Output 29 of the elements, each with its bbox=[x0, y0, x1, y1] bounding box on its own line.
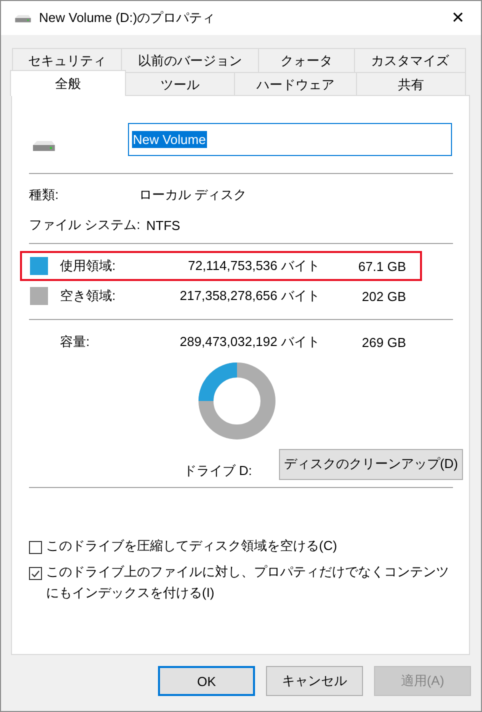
size-value: 202 GB bbox=[360, 288, 406, 304]
tab[interactable]: カスタマイズ bbox=[354, 48, 466, 72]
dialog-button[interactable]: キャンセル bbox=[266, 666, 363, 696]
checkbox[interactable] bbox=[29, 567, 42, 580]
close-button[interactable]: ✕ bbox=[435, 1, 481, 35]
byte-count: 217,358,278,656 バイト bbox=[178, 287, 320, 305]
field-value: NTFS bbox=[146, 218, 180, 232]
space-label: 空き領域: bbox=[60, 287, 117, 305]
field-value: ローカル ディスク bbox=[139, 186, 247, 204]
checkbox-label: このドライブ上のファイルに対し、プロパティだけでなくコンテンツにもインデックスを付ける(I) bbox=[46, 563, 450, 602]
size-value: 67.1 GB bbox=[357, 258, 406, 274]
dialog-button[interactable]: OK bbox=[158, 666, 255, 696]
tab[interactable]: セキュリティ bbox=[12, 48, 122, 72]
size-value: 269 GB bbox=[360, 334, 406, 350]
checkbox-label: このドライブを圧縮してディスク領域を空ける(C) bbox=[46, 537, 338, 555]
drive-label: ドライブ D: bbox=[183, 462, 252, 480]
byte-count: 289,473,032,192 バイト bbox=[178, 333, 320, 351]
field-label: ファイル システム: bbox=[29, 216, 140, 234]
tab[interactable]: 全般 bbox=[10, 70, 126, 96]
byte-count: 72,114,753,536 バイト bbox=[186, 257, 320, 275]
window-title: New Volume (D:)のプロパティ bbox=[39, 9, 216, 27]
tab[interactable]: 共有 bbox=[356, 72, 466, 96]
field-label: 種類: bbox=[29, 186, 60, 204]
name-field[interactable]: New Volume bbox=[128, 123, 452, 156]
space-label: 使用領域: bbox=[60, 257, 117, 275]
checkmark-icon bbox=[31, 570, 40, 578]
capacity-label: 容量: bbox=[60, 333, 91, 351]
checkbox[interactable] bbox=[29, 541, 42, 554]
cleanup-button[interactable]: ディスクのクリーンアップ(D) bbox=[278, 448, 463, 480]
